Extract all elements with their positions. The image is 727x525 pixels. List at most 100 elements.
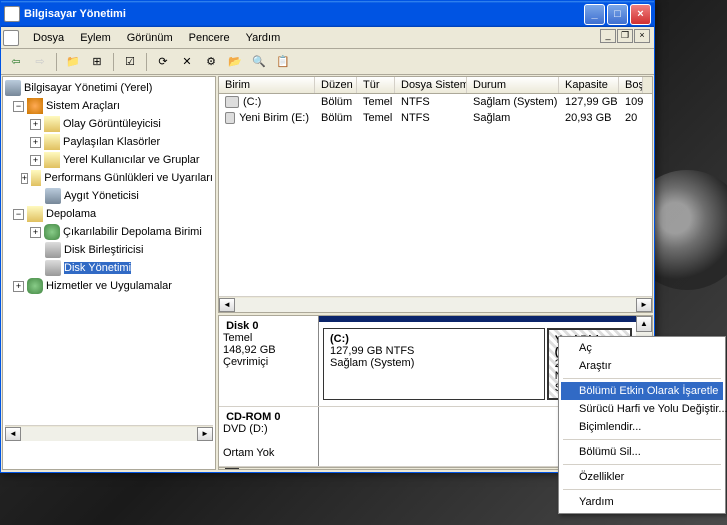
settings-button[interactable]: ⚙ [200, 51, 222, 73]
expand-icon[interactable]: + [30, 227, 41, 238]
tree-panel[interactable]: Bilgisayar Yönetimi (Yerel) −Sistem Araç… [2, 76, 216, 470]
scroll-right-icon[interactable]: ► [197, 427, 213, 441]
col-capacity[interactable]: Kapasite [559, 77, 619, 93]
scroll-left-icon[interactable]: ◄ [219, 298, 235, 312]
cdrom-info[interactable]: CD-ROM 0 DVD (D:) Ortam Yok [219, 407, 319, 466]
forward-button[interactable]: ⇨ [29, 51, 51, 73]
volume-row-e[interactable]: Yeni Birim (E:) Bölüm Temel NTFS Sağlam … [219, 110, 652, 126]
expand-icon[interactable]: + [30, 155, 41, 166]
menu-help[interactable]: Yardım [238, 30, 289, 46]
ctx-change-letter[interactable]: Sürücü Harfi ve Yolu Değiştir... [561, 400, 723, 418]
users-icon [44, 152, 60, 168]
disk-icon [45, 260, 61, 276]
defrag-icon [45, 242, 61, 258]
legend-swatch [225, 468, 239, 470]
col-layout[interactable]: Düzen [315, 77, 357, 93]
tools-icon [27, 98, 43, 114]
tree-perf-logs[interactable]: +Performans Günlükleri ve Uyarıları [5, 169, 213, 187]
expand-icon[interactable]: + [30, 119, 41, 130]
tree-system-tools[interactable]: −Sistem Araçları [5, 97, 213, 115]
tool-button-2[interactable]: 🔍 [248, 51, 270, 73]
collapse-icon[interactable]: − [13, 209, 24, 220]
volume-list: Birim Düzen Tür Dosya Sistemi Durum Kapa… [218, 76, 653, 313]
tree-shared-folders[interactable]: +Paylaşılan Klasörler [5, 133, 213, 151]
show-hide-button[interactable]: ⊞ [86, 51, 108, 73]
tree-disk-mgmt[interactable]: Disk Yönetimi [5, 259, 213, 277]
scroll-track[interactable] [235, 298, 636, 312]
mdi-minimize[interactable]: _ [600, 29, 616, 43]
tree-root[interactable]: Bilgisayar Yönetimi (Yerel) [5, 79, 213, 97]
separator [563, 439, 721, 440]
disk-info[interactable]: Disk 0 Temel 148,92 GB Çevrimiçi [219, 316, 319, 406]
menu-view[interactable]: Görünüm [119, 30, 181, 46]
computer-icon [5, 80, 21, 96]
expand-icon[interactable]: + [13, 281, 24, 292]
menu-file[interactable]: Dosya [25, 30, 72, 46]
content-area: Bilgisayar Yönetimi (Yerel) −Sistem Araç… [1, 75, 654, 471]
legend-label: Birincil bölüm [245, 468, 310, 470]
scroll-track[interactable] [21, 427, 197, 441]
ctx-help[interactable]: Yardım [561, 493, 723, 511]
volume-row-c[interactable]: (C:) Bölüm Temel NTFS Sağlam (System) 12… [219, 94, 652, 110]
main-window: Bilgisayar Yönetimi _ □ × Dosya Eylem Gö… [0, 0, 655, 473]
ctx-format[interactable]: Biçimlendir... [561, 418, 723, 436]
mdi-close[interactable]: × [634, 29, 650, 43]
context-menu: Aç Araştır Bölümü Etkin Olarak İşaretle … [558, 336, 726, 514]
tool-button-1[interactable]: 📂 [224, 51, 246, 73]
device-icon [45, 188, 61, 204]
ctx-delete[interactable]: Bölümü Sil... [561, 443, 723, 461]
properties-button[interactable]: ☑ [119, 51, 141, 73]
volume-icon [225, 96, 239, 108]
mdi-restore[interactable]: ❐ [617, 29, 633, 43]
tree-defrag[interactable]: Disk Birleştiricisi [5, 241, 213, 259]
tree-storage[interactable]: −Depolama [5, 205, 213, 223]
col-fs[interactable]: Dosya Sistemi [395, 77, 467, 93]
scroll-up-icon[interactable]: ▲ [636, 316, 652, 332]
col-volume[interactable]: Birim [219, 77, 315, 93]
maximize-button[interactable]: □ [607, 4, 628, 25]
back-button[interactable]: ⇦ [5, 51, 27, 73]
tree-event-viewer[interactable]: +Olay Görüntüleyicisi [5, 115, 213, 133]
refresh-button[interactable]: ⟳ [152, 51, 174, 73]
folder-icon [44, 134, 60, 150]
up-button[interactable]: 📁 [62, 51, 84, 73]
collapse-icon[interactable]: − [13, 101, 24, 112]
tree-hscroll[interactable]: ◄ ► [5, 425, 213, 441]
services-icon [27, 278, 43, 294]
col-free[interactable]: Boş [619, 77, 643, 93]
ctx-explore[interactable]: Araştır [561, 357, 723, 375]
partition-c[interactable]: (C:) 127,99 GB NTFS Sağlam (System) [323, 328, 545, 400]
window-title: Bilgisayar Yönetimi [24, 8, 584, 20]
separator [563, 464, 721, 465]
ctx-mark-active[interactable]: Bölümü Etkin Olarak İşaretle [561, 382, 723, 400]
storage-icon [27, 206, 43, 222]
tree-local-users[interactable]: +Yerel Kullanıcılar ve Gruplar [5, 151, 213, 169]
col-status[interactable]: Durum [467, 77, 559, 93]
tree-removable[interactable]: +Çıkarılabilir Depolama Birimi [5, 223, 213, 241]
col-type[interactable]: Tür [357, 77, 395, 93]
list-hscroll[interactable]: ◄ ► [219, 296, 652, 312]
expand-icon[interactable]: + [30, 137, 41, 148]
delete-button[interactable]: ✕ [176, 51, 198, 73]
menu-action[interactable]: Eylem [72, 30, 119, 46]
ctx-properties[interactable]: Özellikler [561, 468, 723, 486]
app-icon [4, 6, 20, 22]
tree-device-mgr[interactable]: Aygıt Yöneticisi [5, 187, 213, 205]
titlebar[interactable]: Bilgisayar Yönetimi _ □ × [1, 1, 654, 27]
expand-icon[interactable]: + [21, 173, 29, 184]
ctx-open[interactable]: Aç [561, 339, 723, 357]
mdi-controls: _ ❐ × [600, 29, 650, 43]
minimize-button[interactable]: _ [584, 4, 605, 25]
tree-services[interactable]: +Hizmetler ve Uygulamalar [5, 277, 213, 295]
close-button[interactable]: × [630, 4, 651, 25]
event-icon [44, 116, 60, 132]
menubar: Dosya Eylem Görünüm Pencere Yardım _ ❐ × [1, 27, 654, 49]
menu-window[interactable]: Pencere [181, 30, 238, 46]
help-button[interactable]: 📋 [272, 51, 294, 73]
list-body[interactable]: (C:) Bölüm Temel NTFS Sağlam (System) 12… [219, 94, 652, 296]
menu-icon [3, 30, 19, 46]
toolbar: ⇦ ⇨ 📁 ⊞ ☑ ⟳ ✕ ⚙ 📂 🔍 📋 [1, 49, 654, 75]
scroll-right-icon[interactable]: ► [636, 298, 652, 312]
separator [563, 489, 721, 490]
scroll-left-icon[interactable]: ◄ [5, 427, 21, 441]
